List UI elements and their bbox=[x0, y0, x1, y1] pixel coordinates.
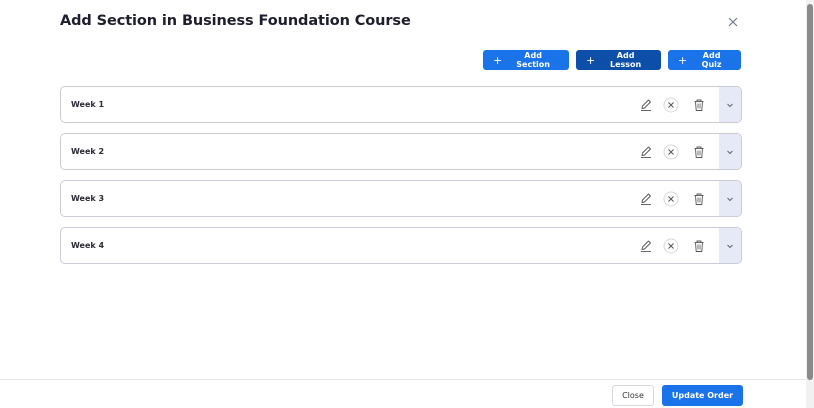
add-section-modal: Add Section in Business Foundation Cours… bbox=[0, 0, 806, 408]
page-scrollbar[interactable] bbox=[806, 0, 814, 408]
section-row[interactable]: Week 2 bbox=[60, 133, 742, 170]
trash-icon[interactable] bbox=[692, 145, 706, 159]
pencil-icon[interactable] bbox=[639, 145, 653, 159]
update-order-button[interactable]: Update Order bbox=[662, 385, 743, 406]
expand-toggle[interactable] bbox=[719, 87, 741, 122]
close-icon[interactable] bbox=[726, 15, 740, 29]
section-row[interactable]: Week 4 bbox=[60, 227, 742, 264]
trash-icon[interactable] bbox=[692, 192, 706, 206]
add-quiz-button[interactable]: + Add Quiz bbox=[668, 50, 741, 70]
toolbar: + Add Section + Add Lesson + Add Quiz bbox=[483, 50, 741, 70]
plus-icon: + bbox=[493, 53, 503, 67]
chevron-down-icon bbox=[727, 244, 733, 248]
section-label: Week 3 bbox=[71, 194, 105, 203]
add-section-label: Add Section bbox=[516, 51, 550, 69]
section-row[interactable]: Week 3 bbox=[60, 180, 742, 217]
add-section-button[interactable]: + Add Section bbox=[483, 50, 569, 70]
modal-title: Add Section in Business Foundation Cours… bbox=[60, 13, 411, 29]
add-quiz-label: Add Quiz bbox=[701, 51, 722, 69]
plus-icon: + bbox=[586, 53, 596, 67]
trash-icon[interactable] bbox=[692, 239, 706, 253]
pencil-icon[interactable] bbox=[639, 239, 653, 253]
circle-x-icon[interactable] bbox=[663, 144, 679, 160]
scrollbar-thumb[interactable] bbox=[807, 4, 813, 380]
pencil-icon[interactable] bbox=[639, 98, 653, 112]
expand-toggle[interactable] bbox=[719, 134, 741, 169]
close-button[interactable]: Close bbox=[612, 385, 654, 406]
chevron-down-icon bbox=[727, 150, 733, 154]
chevron-down-icon bbox=[727, 197, 733, 201]
plus-icon: + bbox=[678, 53, 688, 67]
expand-toggle[interactable] bbox=[719, 228, 741, 263]
section-label: Week 2 bbox=[71, 147, 105, 156]
pencil-icon[interactable] bbox=[639, 192, 653, 206]
section-label: Week 1 bbox=[71, 100, 105, 109]
circle-x-icon[interactable] bbox=[663, 97, 679, 113]
circle-x-icon[interactable] bbox=[663, 191, 679, 207]
expand-toggle[interactable] bbox=[719, 181, 741, 216]
add-lesson-label: Add Lesson bbox=[609, 51, 642, 69]
section-list: Week 1 Week 2 Week 3 Week 4 bbox=[60, 86, 742, 274]
section-row[interactable]: Week 1 bbox=[60, 86, 742, 123]
trash-icon[interactable] bbox=[692, 98, 706, 112]
chevron-down-icon bbox=[727, 103, 733, 107]
section-label: Week 4 bbox=[71, 241, 105, 250]
add-lesson-button[interactable]: + Add Lesson bbox=[576, 50, 661, 70]
circle-x-icon[interactable] bbox=[663, 238, 679, 254]
